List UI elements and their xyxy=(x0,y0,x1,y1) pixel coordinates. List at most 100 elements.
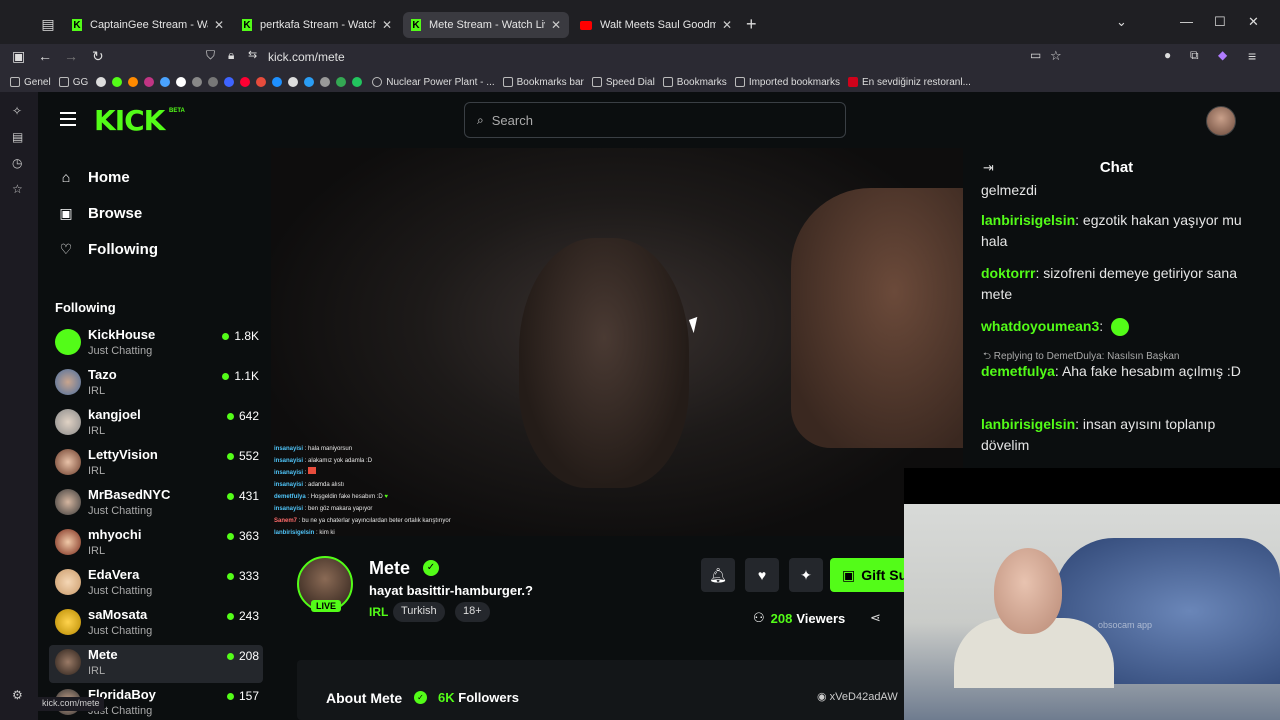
channel-item-lettyvision[interactable]: LettyVision IRL 552 xyxy=(49,445,263,483)
folder-icon xyxy=(734,77,745,87)
x-icon[interactable] xyxy=(176,77,187,87)
tab-pertkafa[interactable]: K pertkafa Stream - Watch Live o ✕ xyxy=(234,12,400,38)
url-bar[interactable]: ⛉ 🔒︎ ⇆ kick.com/mete ▭ ☆ xyxy=(198,44,1066,72)
chat-message: demetfulya: Aha fake hesabım açılmış :D xyxy=(981,363,1241,379)
video-player[interactable]: insanayisi : hala maniyorsun insanayisi … xyxy=(271,148,963,536)
nav-home[interactable]: ⌂ Home xyxy=(56,165,130,189)
folder-icon xyxy=(662,77,673,87)
home-icon: ⌂ xyxy=(61,169,71,185)
extension-shield-icon[interactable]: ◆ xyxy=(1218,48,1227,62)
nav-browse[interactable]: ▣ Browse xyxy=(56,201,142,225)
tab-captaingee[interactable]: K CaptainGee Stream - Watch Live ✕ xyxy=(64,12,232,38)
bookmark-folder[interactable]: Bookmarks bar xyxy=(502,77,584,88)
kick-icon[interactable] xyxy=(112,77,123,87)
channel-item-kickhouse[interactable]: KickHouse Just Chatting 1.8K xyxy=(49,325,263,363)
channel-item-mhyochi[interactable]: mhyochi IRL 363 xyxy=(49,525,263,563)
bookmark-folder[interactable]: Imported bookmarks xyxy=(734,77,840,88)
notification-bell-button[interactable]: 🔔︎ xyxy=(701,558,735,592)
bookmark-icon[interactable] xyxy=(352,77,363,87)
tag-18plus[interactable]: 18+ xyxy=(455,602,490,622)
bookmark-icon[interactable] xyxy=(288,77,299,87)
synced-tabs-icon[interactable]: ▤ xyxy=(12,130,23,144)
bookmarks-icon[interactable]: ☆ xyxy=(12,182,23,196)
stream-category[interactable]: IRL xyxy=(369,605,388,619)
bookmark-icon[interactable] xyxy=(128,77,139,87)
lock-icon[interactable]: 🔒︎ xyxy=(228,48,234,63)
hamburger-menu-icon[interactable] xyxy=(60,112,76,126)
bookmark-icon[interactable] xyxy=(304,77,315,87)
following-section-title: Following xyxy=(55,300,116,315)
bookmark-link[interactable]: Nuclear Power Plant - ... xyxy=(372,77,495,88)
gift-subs-button[interactable]: ▣ Gift Su xyxy=(830,558,910,592)
extensions-icon[interactable]: ⧉ xyxy=(1190,48,1199,63)
streamer-name[interactable]: Mete xyxy=(369,558,410,579)
follow-button[interactable]: ♥ xyxy=(745,558,779,592)
bookmark-folder[interactable]: Genel xyxy=(10,77,51,88)
channel-item-mete[interactable]: Mete IRL 208 xyxy=(49,645,263,683)
bookmark-link[interactable]: En sevdiğiniz restoranl... xyxy=(847,77,971,88)
site-info-icon[interactable]: ⇆ xyxy=(248,48,257,61)
new-tab-button[interactable]: + xyxy=(746,14,757,35)
bookmark-icon[interactable] xyxy=(320,77,331,87)
tab-dropdown-icon[interactable]: ⌄ xyxy=(1116,14,1127,30)
bookmark-folder[interactable]: Bookmarks xyxy=(662,77,727,88)
menu-icon[interactable]: ≡ xyxy=(1248,48,1256,64)
bookmark-folder[interactable]: Speed Dial xyxy=(591,77,655,88)
reader-icon[interactable]: ▭ xyxy=(1030,48,1041,62)
bookmark-folder[interactable]: GG xyxy=(58,77,88,88)
drive-icon[interactable] xyxy=(336,77,347,87)
url-text[interactable]: kick.com/mete xyxy=(268,50,345,64)
tag-turkish[interactable]: Turkish xyxy=(393,602,445,622)
bookmark-icon[interactable] xyxy=(224,77,235,87)
close-tab-icon[interactable]: ✕ xyxy=(214,18,224,32)
kick-icon: K xyxy=(72,19,82,31)
nav-following[interactable]: ♡ Following xyxy=(56,237,158,261)
avatar xyxy=(55,609,81,635)
sparkle-button[interactable]: ✦ xyxy=(789,558,823,592)
channel-item-edavera[interactable]: EdaVera Just Chatting 333 xyxy=(49,565,263,603)
bookmark-icon[interactable] xyxy=(208,77,219,87)
tab-list-icon[interactable]: ▤ xyxy=(36,12,60,36)
share-icon[interactable]: ⋖ xyxy=(870,610,881,626)
extension-b-icon[interactable]: ● xyxy=(1164,48,1171,62)
instagram-icon[interactable] xyxy=(144,77,155,87)
ai-icon[interactable]: ✧ xyxy=(12,104,22,118)
channel-item-samosata[interactable]: saMosata Just Chatting 243 xyxy=(49,605,263,643)
bookmark-icon[interactable] xyxy=(272,77,283,87)
verified-icon: ✓ xyxy=(423,560,439,576)
close-tab-icon[interactable]: ✕ xyxy=(551,18,561,32)
close-window-button[interactable]: ✕ xyxy=(1248,14,1259,30)
discord-link[interactable]: ◉ xVeD42adAW xyxy=(817,690,898,703)
chat-panel: ⇥ Chat gelmezdi lanbirisigelsin: egzotik… xyxy=(963,148,1280,468)
user-avatar[interactable] xyxy=(1206,106,1236,136)
bookmark-icon[interactable] xyxy=(96,77,107,87)
maximize-button[interactable]: ☐ xyxy=(1214,14,1226,30)
forward-icon[interactable]: → xyxy=(64,48,78,64)
minimize-button[interactable]: — xyxy=(1180,14,1193,29)
reload-icon[interactable]: ↻ xyxy=(92,48,104,65)
shield-icon[interactable]: ⛉ xyxy=(206,48,215,63)
bookmark-icon[interactable] xyxy=(192,77,203,87)
youtube-icon[interactable] xyxy=(240,77,251,87)
gift-icon: ▣ xyxy=(842,566,856,583)
tab-mete[interactable]: K Mete Stream - Watch Live on K ✕ xyxy=(403,12,569,38)
kick-icon: K xyxy=(411,19,421,31)
tab-youtube[interactable]: Walt Meets Saul Goodman For ✕ xyxy=(572,12,740,38)
bookmark-icon[interactable] xyxy=(160,77,171,87)
settings-icon[interactable]: ⚙ xyxy=(12,688,23,702)
close-tab-icon[interactable]: ✕ xyxy=(722,18,732,32)
live-dot-icon xyxy=(226,572,234,580)
avatar xyxy=(55,409,81,435)
kick-logo[interactable]: KICK xyxy=(94,104,165,137)
sidebar-toggle-icon[interactable]: ▣ xyxy=(12,48,25,65)
history-icon[interactable]: ◷ xyxy=(12,156,22,170)
bookmark-star-icon[interactable]: ☆ xyxy=(1050,48,1062,64)
back-icon[interactable]: ← xyxy=(38,48,52,64)
channel-item-mrbasednyc[interactable]: MrBasedNYC Just Chatting 431 xyxy=(49,485,263,523)
gmail-icon[interactable] xyxy=(256,77,267,87)
close-tab-icon[interactable]: ✕ xyxy=(382,18,392,32)
channel-item-tazo[interactable]: Tazo IRL 1.1K xyxy=(49,365,263,403)
search-input[interactable]: ⌕ Search xyxy=(464,102,846,138)
channel-item-kangjoel[interactable]: kangjoel IRL 642 xyxy=(49,405,263,443)
bookmark-icons[interactable] xyxy=(96,77,368,87)
